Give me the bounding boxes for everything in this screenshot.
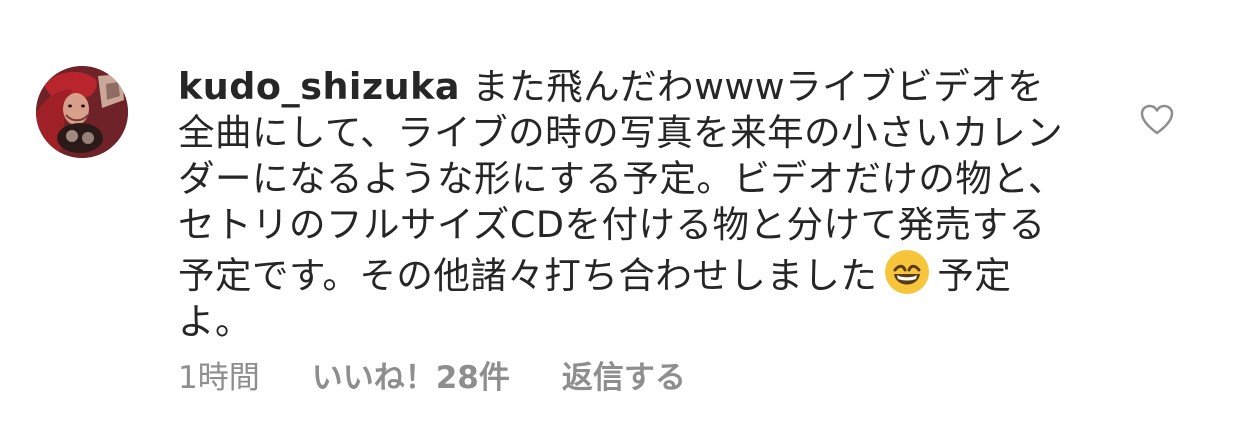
comment-time: 1時間 xyxy=(178,360,260,396)
avatar-image xyxy=(36,66,128,158)
likes-count-link[interactable]: いいね！28件 xyxy=(312,358,510,398)
comment-meta: 1時間 いいね！28件 返信する xyxy=(178,358,686,398)
reply-button[interactable]: 返信する xyxy=(562,358,686,398)
heart-outline-icon[interactable] xyxy=(1140,104,1174,136)
comment-username[interactable]: kudo_shizuka xyxy=(178,65,460,108)
grinning-face-emoji-icon xyxy=(883,248,931,296)
comment-body: kudo_shizuka また飛んだわwwwライブビデオを全曲にして、ライブの時の… xyxy=(178,64,1073,345)
avatar[interactable] xyxy=(36,66,128,158)
